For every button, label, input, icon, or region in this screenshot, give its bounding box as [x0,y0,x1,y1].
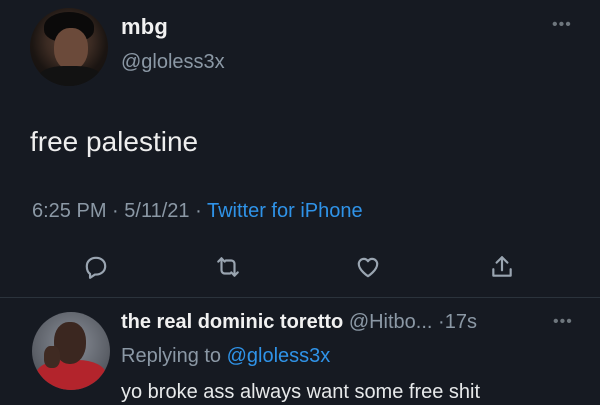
author-handle[interactable]: @gloless3x [121,51,225,74]
replying-prefix: Replying to [121,345,222,367]
tweet-date[interactable]: 5/11/21 [124,200,189,222]
tweet-meta: 6:25 PM · 5/11/21 · Twitter for iPhone [32,200,363,223]
reply-header: the real dominic toretto @Hitbo... ·17s [121,311,477,334]
more-horizontal-icon[interactable]: ••• [553,313,573,331]
avatar-face [54,28,88,70]
share-icon[interactable] [487,252,517,282]
tweet-time[interactable]: 6:25 PM [32,200,106,222]
reply-author-name[interactable]: the real dominic toretto [121,311,343,333]
reply-separator: · [438,311,445,333]
retweet-icon[interactable] [213,252,243,282]
reply-icon[interactable] [81,252,111,282]
meta-separator: · [112,200,119,222]
like-icon[interactable] [353,252,383,282]
divider [0,297,600,298]
more-horizontal-icon[interactable]: ••• [552,16,572,34]
reply-author-avatar[interactable] [32,312,110,390]
author-avatar[interactable] [30,8,108,86]
reply-text: yo broke ass always want some free shit [121,381,481,403]
author-name[interactable]: mbg [121,14,168,40]
replying-to: Replying to @gloless3x [121,345,330,368]
meta-separator: · [195,200,202,222]
replying-mention[interactable]: @gloless3x [227,345,331,367]
reply-age[interactable]: 17s [445,311,477,333]
tweet-detail-view: mbg @gloless3x ••• free palestine 6:25 P… [0,0,600,405]
avatar-hand [44,346,60,368]
tweet-source[interactable]: Twitter for iPhone [207,200,363,222]
avatar-shirt [38,66,102,86]
reply-author-handle[interactable]: @Hitbo... [349,311,433,333]
tweet-text: free palestine [30,126,199,157]
